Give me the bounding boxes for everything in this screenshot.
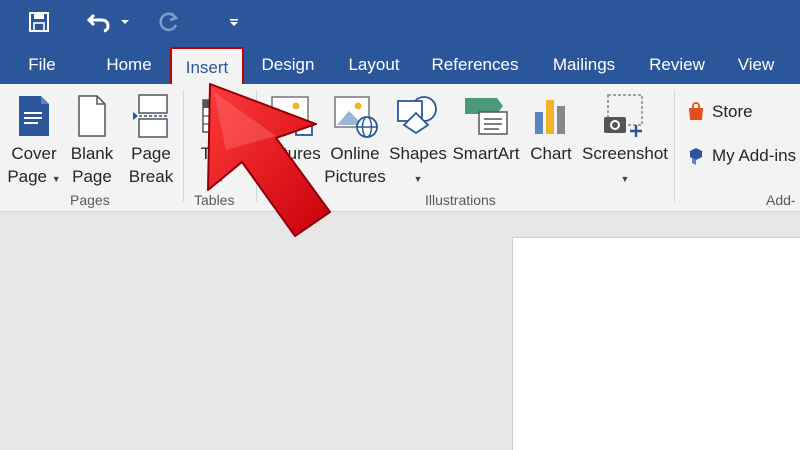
shapes-icon	[394, 90, 442, 142]
group-label-illustrations: Illustrations	[425, 192, 496, 208]
blank-page-button[interactable]: Blank Page	[66, 90, 118, 188]
tab-layout[interactable]: Layout	[340, 44, 408, 84]
chart-label: Chart	[530, 144, 572, 163]
screenshot-label: Screenshot	[582, 144, 668, 163]
store-icon	[686, 102, 706, 122]
page-break-label-line2: Break	[128, 167, 174, 186]
my-addins-icon	[686, 146, 706, 166]
shapes-label: Shapes	[389, 144, 447, 163]
save-icon[interactable]	[24, 6, 54, 38]
table-button[interactable]: Table ▼	[190, 90, 252, 188]
screenshot-icon	[602, 90, 648, 142]
group-separator	[674, 90, 675, 202]
customize-qat-icon[interactable]	[224, 6, 244, 38]
my-addins-label: My Add-ins	[712, 146, 797, 165]
tab-review[interactable]: Review	[642, 44, 712, 84]
group-label-addins: Add-	[766, 192, 796, 208]
undo-dropdown-icon[interactable]	[118, 6, 132, 38]
page-break-icon	[131, 90, 171, 142]
chevron-down-icon: ▼	[620, 174, 630, 184]
tab-design[interactable]: Design	[254, 44, 322, 84]
table-icon	[201, 90, 241, 142]
cover-page-label-line2: Page	[7, 167, 48, 186]
group-separator	[256, 90, 257, 202]
screenshot-button[interactable]: Screenshot ▼	[580, 90, 670, 188]
ribbon-tab-bar: File Home Insert Design Layout Reference…	[0, 44, 800, 84]
smartart-label: SmartArt	[452, 144, 520, 163]
online-pictures-button[interactable]: Online Pictures	[322, 90, 388, 188]
tab-insert[interactable]: Insert	[170, 47, 244, 84]
cover-page-label-line1: Cover	[11, 144, 57, 163]
ribbon-insert: Cover Page ▼ Blank Page Page Break Pages	[0, 84, 800, 212]
chart-icon	[531, 90, 571, 142]
smartart-button[interactable]: SmartArt	[450, 90, 522, 165]
online-pictures-label-line2: Pictures	[324, 167, 386, 186]
chevron-down-icon: ▼	[216, 174, 226, 184]
blank-page-label-line1: Blank	[70, 144, 114, 163]
group-separator	[183, 90, 184, 202]
my-addins-button[interactable]: My Add-ins	[686, 146, 796, 166]
chart-button[interactable]: Chart	[526, 90, 576, 165]
page-break-label-line1: Page	[131, 144, 171, 163]
tab-view[interactable]: View	[730, 44, 782, 84]
tab-mailings[interactable]: Mailings	[544, 44, 624, 84]
shapes-button[interactable]: Shapes ▼	[388, 90, 448, 188]
store-button[interactable]: Store	[686, 102, 753, 122]
page-break-button[interactable]: Page Break	[124, 90, 178, 188]
store-label: Store	[712, 102, 753, 121]
chevron-down-icon: ▼	[51, 174, 61, 184]
online-pictures-label-line1: Online	[330, 144, 380, 163]
cover-page-button[interactable]: Cover Page ▼	[6, 90, 62, 188]
pictures-label: Pictures	[259, 144, 321, 163]
redo-icon[interactable]	[154, 6, 184, 38]
blank-page-label-line2: Page	[72, 167, 112, 186]
group-label-tables: Tables	[194, 192, 235, 208]
document-canvas	[0, 213, 800, 450]
chevron-down-icon: ▼	[413, 174, 423, 184]
document-page[interactable]	[512, 237, 800, 450]
undo-icon[interactable]	[84, 6, 114, 38]
pictures-button[interactable]: Pictures	[258, 90, 322, 165]
group-label-pages: Pages	[70, 192, 110, 208]
pictures-icon	[266, 90, 314, 142]
quick-access-toolbar	[0, 0, 800, 44]
blank-page-icon	[77, 90, 107, 142]
online-pictures-icon	[331, 90, 379, 142]
smartart-icon	[461, 90, 511, 142]
cover-page-icon	[17, 90, 51, 142]
tab-references[interactable]: References	[426, 44, 524, 84]
table-label: Table	[200, 144, 242, 163]
tab-home[interactable]: Home	[98, 44, 160, 84]
tab-file[interactable]: File	[18, 44, 66, 84]
